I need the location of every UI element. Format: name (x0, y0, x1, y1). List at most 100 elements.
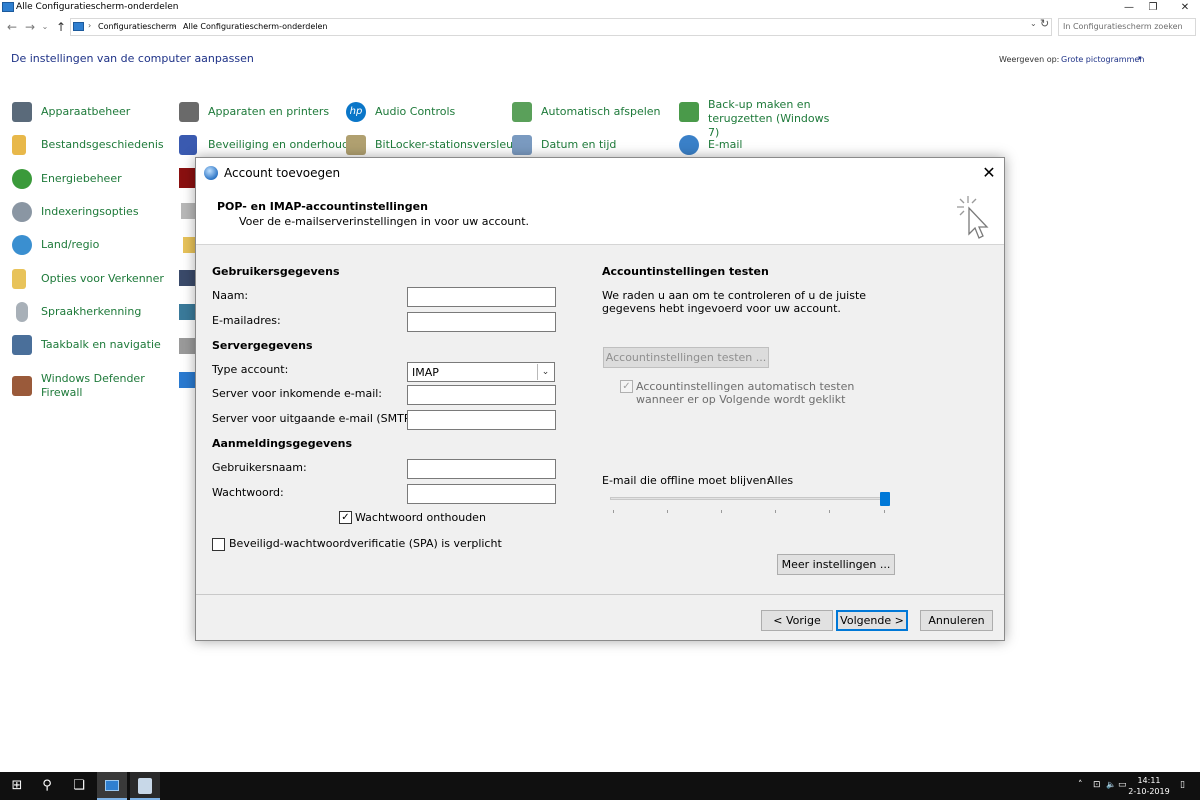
cp-item-date-time[interactable]: Datum en tijd (512, 132, 652, 158)
auto-test-checkbox[interactable]: ✓ (620, 380, 633, 393)
tray-overflow-icon[interactable]: ˄ (1078, 780, 1083, 790)
outgoing-server-field[interactable] (407, 410, 556, 430)
autoplay-icon (512, 102, 532, 122)
task-view-button[interactable]: ❏ (64, 772, 94, 800)
start-button[interactable]: ⊞ (2, 772, 32, 800)
cp-item-security-maintenance[interactable]: Beveiliging en onderhoud (179, 132, 349, 158)
slider-tick (829, 510, 830, 513)
close-window-button[interactable]: ✕ (1178, 1, 1192, 15)
dialog-titlebar: Account toevoegen ✕ (196, 158, 1004, 188)
account-dialog: Account toevoegen ✕ POP- en IMAP-account… (195, 157, 1005, 641)
partial-icon[interactable] (181, 203, 195, 219)
control-panel-icon (105, 780, 119, 791)
email-field[interactable] (407, 312, 556, 332)
cp-item-power-options[interactable]: Energiebeheer (12, 166, 152, 192)
dialog-header-title: POP- en IMAP-accountinstellingen (217, 200, 428, 213)
control-panel-icon (2, 2, 14, 12)
cp-item-backup-restore[interactable]: Back-up maken en terugzetten (Windows 7) (679, 98, 839, 139)
view-by-dropdown[interactable]: Grote pictogrammen (1061, 55, 1144, 64)
chevron-down-icon[interactable]: ▾ (1138, 54, 1142, 62)
firewall-label: Windows Defender Firewall (41, 372, 145, 399)
cp-item-email[interactable]: E-mail (679, 132, 799, 158)
offline-slider-track[interactable] (610, 497, 886, 500)
cp-item-label: Apparaten en printers (208, 105, 330, 118)
windows-icon[interactable] (179, 372, 195, 388)
chevron-down-icon[interactable]: ⌄ (537, 364, 553, 380)
power-options-icon (12, 169, 32, 189)
breadcrumb-all-items[interactable]: Alle Configuratiescherm-onderdelen (183, 22, 327, 31)
taskbar-control-panel[interactable] (97, 772, 127, 800)
search-button[interactable]: ⚲ (32, 772, 62, 800)
display-icon[interactable] (179, 270, 195, 286)
breadcrumb-control-panel[interactable]: Configuratiescherm (98, 22, 177, 31)
clock[interactable]: 14:11 2-10-2019 (1128, 775, 1170, 797)
cp-item-audio-controls[interactable]: hp Audio Controls (346, 99, 486, 125)
window-title: Alle Configuratiescherm-onderdelen (16, 2, 179, 12)
login-info-heading: Aanmeldingsgegevens (212, 437, 353, 450)
test-settings-button[interactable]: Accountinstellingen testen ... (603, 347, 769, 368)
page-title: De instellingen van de computer aanpasse… (11, 52, 254, 65)
cp-item-label: Bestandsgeschiedenis (41, 138, 164, 151)
breadcrumb-chevron[interactable]: › (173, 21, 176, 30)
mail-icon (138, 778, 152, 794)
cp-item-bitlocker[interactable]: BitLocker-stationsversleut... (346, 132, 528, 158)
cp-item-label: Energiebeheer (41, 172, 122, 185)
user-info-heading: Gebruikersgegevens (212, 265, 340, 278)
password-field[interactable] (407, 484, 556, 504)
printer-icon[interactable] (179, 338, 195, 354)
recent-locations-button[interactable]: ⌄ (37, 19, 53, 35)
file-history-icon (12, 135, 26, 155)
cp-item-autoplay[interactable]: Automatisch afspelen (512, 99, 662, 125)
spa-label[interactable]: Beveiligd-wachtwoordverificatie (SPA) is… (229, 537, 502, 550)
cp-item-device-manager[interactable]: Apparaatbeheer (12, 99, 152, 125)
network-icon[interactable]: ⊡ (1093, 780, 1101, 790)
remember-password-label[interactable]: Wachtwoord onthouden (355, 511, 486, 524)
cp-item-devices-printers[interactable]: Apparaten en printers (179, 99, 329, 125)
remember-password-checkbox[interactable]: ✓ (339, 511, 352, 524)
search-input[interactable]: In Configuratiescherm zoeken (1058, 18, 1196, 36)
refresh-icon[interactable]: ↻ (1040, 17, 1049, 30)
up-button[interactable]: ↑ (53, 19, 69, 35)
language-icon[interactable]: ▭ (1118, 780, 1127, 790)
username-field[interactable] (407, 459, 556, 479)
test-description-line2: gegevens hebt ingevoerd voor uw account. (602, 302, 841, 315)
volume-icon[interactable]: 🔈 (1106, 780, 1116, 789)
dialog-close-button[interactable]: ✕ (979, 163, 999, 183)
cp-item-speech-recognition[interactable]: Spraakherkenning (12, 299, 162, 325)
account-type-select[interactable]: IMAP ⌄ (407, 362, 555, 382)
spa-checkbox[interactable] (212, 538, 225, 551)
cp-item-region[interactable]: Land/regio (12, 232, 152, 258)
security-flag-icon (179, 135, 197, 155)
notifications-icon[interactable]: ▯ (1180, 780, 1185, 790)
network-icon[interactable] (179, 304, 195, 320)
back-button[interactable]: ← (4, 19, 20, 35)
cp-item-label: Indexeringsopties (41, 205, 139, 218)
cp-item-label: E-mail (708, 138, 743, 151)
cp-item-label: Automatisch afspelen (541, 105, 661, 118)
cp-item-label: Windows Defender Firewall (41, 372, 151, 400)
backup-icon (679, 102, 699, 122)
flash-icon[interactable] (179, 168, 195, 188)
offline-slider-thumb[interactable] (880, 492, 890, 506)
incoming-server-field[interactable] (407, 385, 556, 405)
minimize-button[interactable]: — (1122, 1, 1136, 15)
cp-item-file-history[interactable]: Bestandsgeschiedenis (12, 132, 164, 158)
cancel-button[interactable]: Annuleren (920, 610, 993, 631)
address-bar[interactable]: › Configuratiescherm › Alle Configuratie… (70, 18, 1052, 36)
cp-item-firewall[interactable]: Windows Defender Firewall (12, 372, 162, 400)
cp-item-indexing-options[interactable]: Indexeringsopties (12, 199, 152, 225)
taskbar-outlook-dialog[interactable] (130, 772, 160, 800)
forward-button[interactable]: → (22, 19, 38, 35)
address-dropdown-button[interactable]: ⌄ (1030, 19, 1037, 28)
address-toolbar: ← → ⌄ ↑ › Configuratiescherm › Alle Conf… (0, 16, 1200, 38)
breadcrumb-chevron[interactable]: › (88, 21, 91, 30)
folder-icon[interactable] (183, 237, 195, 253)
cp-item-explorer-options[interactable]: Opties voor Verkenner (12, 266, 164, 292)
more-settings-button[interactable]: Meer instellingen ... (777, 554, 895, 575)
cp-item-taskbar[interactable]: Taakbalk en navigatie (12, 332, 162, 358)
next-step-button[interactable]: Volgende > (836, 610, 908, 631)
maximize-button[interactable]: ❐ (1146, 1, 1160, 15)
window-titlebar: Alle Configuratiescherm-onderdelen — ❐ ✕ (0, 0, 1200, 16)
name-field[interactable] (407, 287, 556, 307)
back-step-button[interactable]: < Vorige (761, 610, 833, 631)
